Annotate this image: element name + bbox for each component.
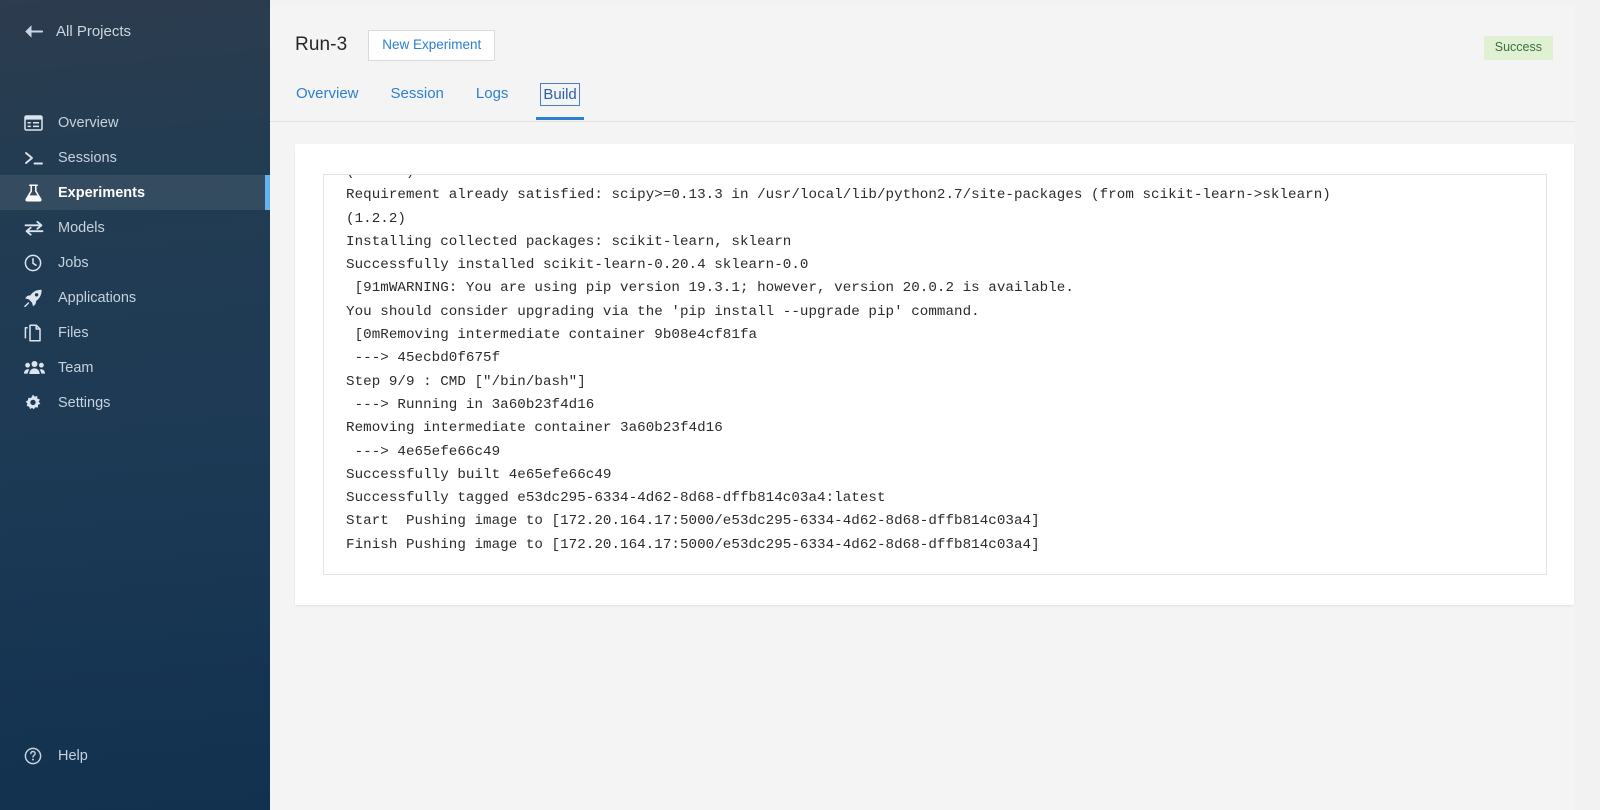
- sidebar-item-label: Files: [58, 324, 89, 341]
- terminal-icon: [24, 150, 54, 166]
- sidebar-item-label: Overview: [58, 114, 119, 131]
- clock-icon: [24, 254, 54, 272]
- build-log-line: Step 9/9 : CMD ["/bin/bash"]: [346, 373, 586, 390]
- build-log-text: (1.16.5) Requirement already satisfied: s…: [346, 175, 1331, 557]
- build-log-line: Finish Pushing image to [172.20.164.17:5…: [346, 536, 1040, 553]
- sidebar-item-jobs[interactable]: Jobs: [0, 245, 270, 280]
- build-log-line: (1.16.5): [346, 175, 1331, 184]
- sidebar: All Projects Overview Sessions Experimen…: [0, 0, 270, 810]
- page-title: Run-3: [295, 34, 348, 56]
- sidebar-nav: Overview Sessions Experiments Models Job…: [0, 105, 270, 420]
- build-log-line: Removing intermediate container 3a60b23f…: [346, 420, 723, 437]
- sidebar-item-overview[interactable]: Overview: [0, 105, 270, 140]
- all-projects-link[interactable]: All Projects: [0, 0, 270, 62]
- overview-icon: [24, 114, 54, 131]
- build-log-line: ---> Running in 3a60b23f4d16: [346, 396, 595, 413]
- page-header: Run-3 New Experiment Success Overview Se…: [270, 4, 1575, 122]
- tab-label: Build: [540, 83, 580, 106]
- main-inner: Run-3 New Experiment Success Overview Se…: [270, 4, 1575, 810]
- tab-label: Logs: [475, 85, 509, 102]
- build-log-line: Requirement already satisfied: scipy>=0.…: [346, 187, 1331, 204]
- sidebar-item-label: Help: [58, 748, 88, 764]
- build-log-line: [0mRemoving intermediate container 9b08e…: [346, 327, 758, 344]
- tab-label: Session: [390, 85, 444, 102]
- sidebar-item-applications[interactable]: Applications: [0, 280, 270, 315]
- build-log-line: [91mWARNING: You are using pip version 1…: [346, 280, 1074, 297]
- people-icon: [24, 360, 54, 375]
- sidebar-item-label: Jobs: [58, 254, 89, 271]
- build-log-line: Installing collected packages: scikit-le…: [346, 233, 792, 250]
- build-log-line: Start Pushing image to [172.20.164.17:50…: [346, 513, 1040, 530]
- build-log-line: (1.2.2): [346, 210, 406, 227]
- sidebar-item-label: Settings: [58, 394, 111, 411]
- build-log-line: You should consider upgrading via the 'p…: [346, 303, 980, 320]
- tab-build[interactable]: Build: [536, 82, 585, 120]
- sidebar-item-settings[interactable]: Settings: [0, 385, 270, 420]
- tab-logs[interactable]: Logs: [475, 82, 510, 118]
- main-content: Run-3 New Experiment Success Overview Se…: [270, 0, 1600, 810]
- sidebar-item-experiments[interactable]: Experiments: [0, 175, 270, 210]
- all-projects-label: All Projects: [56, 22, 132, 40]
- sidebar-item-help[interactable]: Help: [0, 740, 270, 772]
- tab-label: Overview: [296, 85, 359, 102]
- build-panel-card: (1.16.5) Requirement already satisfied: s…: [295, 144, 1574, 605]
- new-experiment-button[interactable]: New Experiment: [368, 30, 496, 61]
- tab-bar: Overview Session Logs Build: [295, 82, 1575, 122]
- sidebar-item-label: Experiments: [58, 184, 146, 201]
- build-log-line: ---> 45ecbd0f675f: [346, 350, 501, 367]
- sidebar-item-label: Models: [58, 219, 105, 236]
- build-log-line: ---> 4e65efe66c49: [346, 443, 501, 460]
- transfer-icon: [24, 220, 54, 236]
- build-log-viewport[interactable]: (1.16.5) Requirement already satisfied: s…: [323, 174, 1547, 575]
- question-circle-icon: [24, 747, 54, 765]
- sidebar-item-models[interactable]: Models: [0, 210, 270, 245]
- sidebar-item-label: Team: [58, 359, 94, 376]
- gear-icon: [24, 394, 54, 412]
- sidebar-item-team[interactable]: Team: [0, 350, 270, 385]
- build-log-line: Successfully installed scikit-learn-0.20…: [346, 257, 809, 274]
- title-row: Run-3 New Experiment: [270, 4, 1575, 61]
- tab-overview[interactable]: Overview: [295, 82, 360, 118]
- sidebar-item-sessions[interactable]: Sessions: [0, 140, 270, 175]
- back-arrow-icon: [24, 23, 50, 40]
- sidebar-item-label: Sessions: [58, 149, 117, 166]
- flask-icon: [24, 183, 54, 202]
- sidebar-item-label: Applications: [58, 289, 137, 306]
- tab-session[interactable]: Session: [390, 82, 445, 118]
- files-icon: [24, 323, 54, 342]
- rocket-icon: [24, 289, 54, 307]
- tab-bar-divider: [270, 121, 1575, 122]
- build-log-line: Successfully tagged e53dc295-6334-4d62-8…: [346, 490, 886, 507]
- build-log-line: Successfully built 4e65efe66c49: [346, 466, 612, 483]
- sidebar-item-files[interactable]: Files: [0, 315, 270, 350]
- status-badge: Success: [1483, 36, 1553, 60]
